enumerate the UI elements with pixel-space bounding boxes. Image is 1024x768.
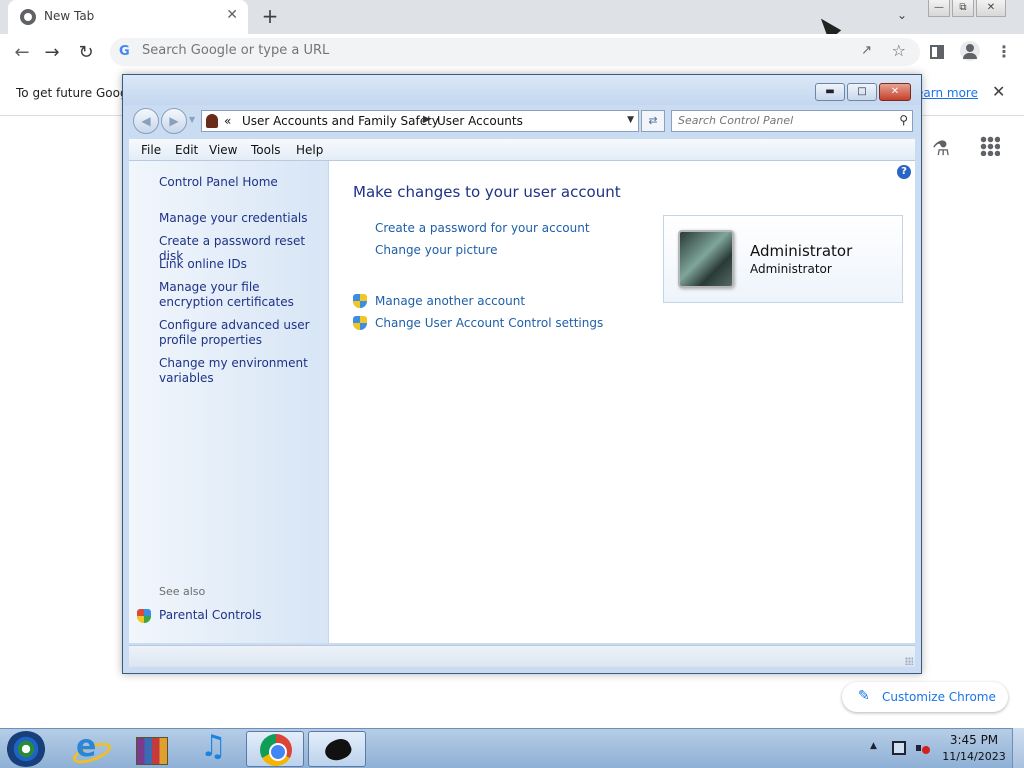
show-hidden-icons-icon[interactable]: ▲ — [870, 741, 877, 751]
reload-icon[interactable]: ↻ — [76, 42, 96, 63]
browser-window-controls: — ⧉ ✕ — [928, 0, 1006, 17]
tab-close-icon[interactable]: ✕ — [226, 7, 238, 23]
cp-search-input[interactable] — [678, 114, 878, 127]
tab-title: New Tab — [44, 9, 95, 23]
cp-content: Control Panel Home Manage your credentia… — [129, 161, 915, 643]
sidebar-item-parental-controls[interactable]: Parental Controls — [159, 608, 319, 623]
cp-back-arrow-icon[interactable]: ◀ — [133, 108, 159, 134]
cp-sidebar: Control Panel Home Manage your credentia… — [129, 161, 329, 643]
infobar-text: To get future Goog — [16, 86, 128, 100]
menu-view[interactable]: View — [209, 143, 237, 157]
cp-recent-pages-icon[interactable]: ▼ — [189, 115, 195, 124]
see-also-label: See also — [159, 585, 206, 598]
user-account-card: Administrator Administrator — [663, 215, 903, 303]
clock-time[interactable]: 3:45 PM — [944, 733, 1004, 747]
new-tab-button[interactable]: + — [260, 4, 280, 28]
profile-avatar-icon[interactable] — [960, 41, 980, 61]
volume-muted-icon[interactable] — [916, 741, 930, 755]
cp-menubar: File Edit View Tools Help — [129, 139, 915, 161]
breadcrumb-user-accounts[interactable]: User Accounts — [437, 114, 523, 128]
browser-tab-new-tab[interactable]: New Tab ✕ — [8, 0, 248, 34]
browser-restore-button[interactable]: ⧉ — [952, 0, 974, 17]
share-icon[interactable]: ↗ — [861, 43, 872, 58]
side-panel-icon[interactable] — [930, 45, 944, 59]
control-panel-window: ▬ □ ✕ ◀ ▶ ▼ « User Accounts and Family S… — [122, 74, 922, 674]
cp-close-button[interactable]: ✕ — [879, 83, 911, 101]
clock-date[interactable]: 11/14/2023 — [940, 750, 1008, 763]
breadcrumb-separator-icon[interactable]: ▶ — [423, 114, 431, 125]
network-icon[interactable] — [892, 741, 906, 755]
cp-main-panel: ? Make changes to your user account Crea… — [329, 161, 915, 643]
browser-minimize-button[interactable]: — — [928, 0, 950, 17]
menu-file[interactable]: File — [141, 143, 161, 157]
parental-controls-shield-icon — [137, 609, 151, 623]
uac-shield-icon — [353, 294, 367, 308]
cp-address-row: ◀ ▶ ▼ « User Accounts and Family Safety … — [123, 105, 921, 137]
show-desktop-button[interactable] — [1012, 728, 1024, 768]
taskbar: ▲ — [0, 728, 1024, 768]
omnibox[interactable]: G ↗ ☆ — [110, 38, 920, 66]
cp-search-box[interactable]: ⚲ — [671, 110, 913, 132]
search-icon[interactable]: ⚲ — [899, 113, 908, 127]
sidebar-item-manage-credentials[interactable]: Manage your credentials — [159, 211, 319, 226]
cp-address-bar[interactable]: « User Accounts and Family Safety ▶ User… — [201, 110, 639, 132]
page-title: Make changes to your user account — [353, 183, 621, 201]
manage-another-account-link[interactable]: Manage another account — [375, 294, 525, 308]
user-role: Administrator — [750, 262, 832, 276]
control-panel-taskbar-icon[interactable] — [308, 731, 366, 767]
change-picture-link[interactable]: Change your picture — [375, 243, 497, 257]
help-icon[interactable]: ? — [897, 165, 911, 179]
google-g-icon: G — [119, 44, 130, 59]
cp-statusbar — [129, 645, 915, 667]
chrome-favicon-icon — [20, 9, 36, 25]
sidebar-item-file-encryption-certificates[interactable]: Manage your file encryption certificates — [159, 280, 319, 310]
back-arrow-icon[interactable]: ← — [12, 42, 32, 63]
chrome-menu-icon[interactable]: ⋮ — [996, 42, 1012, 61]
uac-shield-icon — [353, 316, 367, 330]
breadcrumb-overflow[interactable]: « — [224, 114, 231, 128]
google-apps-icon[interactable] — [980, 136, 1000, 156]
start-orb-icon[interactable] — [6, 731, 46, 767]
bookmark-star-icon[interactable]: ☆ — [892, 41, 906, 60]
menu-edit[interactable]: Edit — [175, 143, 198, 157]
cp-refresh-icon[interactable]: ⇄ — [641, 110, 665, 132]
user-name: Administrator — [750, 242, 853, 260]
browser-toolbar: ← → ↻ G ↗ ☆ ⋮ — [0, 34, 1024, 70]
user-avatar[interactable] — [678, 230, 734, 288]
create-password-link[interactable]: Create a password for your account — [375, 221, 590, 235]
infobar-close-icon[interactable]: ✕ — [992, 82, 1005, 101]
cp-titlebar[interactable]: ▬ □ ✕ — [123, 75, 921, 105]
customize-chrome-label: Customize Chrome — [882, 690, 996, 704]
menu-tools[interactable]: Tools — [251, 143, 281, 157]
resize-grip-icon[interactable] — [905, 657, 913, 665]
chrome-taskbar-icon[interactable] — [246, 731, 304, 767]
sidebar-item-environment-variables[interactable]: Change my environment variables — [159, 356, 319, 386]
omnibox-input[interactable] — [142, 43, 742, 58]
control-panel-folder-icon — [206, 114, 218, 128]
pencil-icon: ✎ — [858, 688, 870, 704]
sidebar-item-control-panel-home[interactable]: Control Panel Home — [159, 175, 319, 190]
learn-more-link[interactable]: earn more — [916, 86, 978, 100]
browser-tabstrip: New Tab ✕ + ⌄ — ⧉ ✕ — [0, 0, 1024, 34]
cp-minimize-button[interactable]: ▬ — [815, 83, 845, 101]
internet-explorer-icon[interactable] — [60, 729, 118, 767]
sidebar-item-advanced-profile-properties[interactable]: Configure advanced user profile properti… — [159, 318, 319, 348]
menu-help[interactable]: Help — [296, 143, 323, 157]
customize-chrome-button[interactable]: ✎ Customize Chrome — [842, 682, 1008, 712]
archive-app-icon[interactable] — [122, 731, 180, 767]
tab-search-chevron-icon[interactable]: ⌄ — [897, 8, 907, 22]
music-player-icon[interactable] — [184, 729, 242, 767]
labs-flask-icon[interactable]: ⚗ — [932, 136, 950, 160]
browser-close-button[interactable]: ✕ — [976, 0, 1006, 17]
change-uac-settings-link[interactable]: Change User Account Control settings — [375, 316, 603, 330]
cp-forward-arrow-icon[interactable]: ▶ — [161, 108, 187, 134]
address-dropdown-icon[interactable]: ▼ — [627, 115, 634, 125]
forward-arrow-icon[interactable]: → — [42, 42, 62, 63]
breadcrumb-user-accounts-family-safety[interactable]: User Accounts and Family Safety — [242, 114, 439, 128]
system-tray: ▲ — [866, 739, 936, 759]
sidebar-item-link-online-ids[interactable]: Link online IDs — [159, 257, 319, 272]
cp-maximize-button[interactable]: □ — [847, 83, 877, 101]
